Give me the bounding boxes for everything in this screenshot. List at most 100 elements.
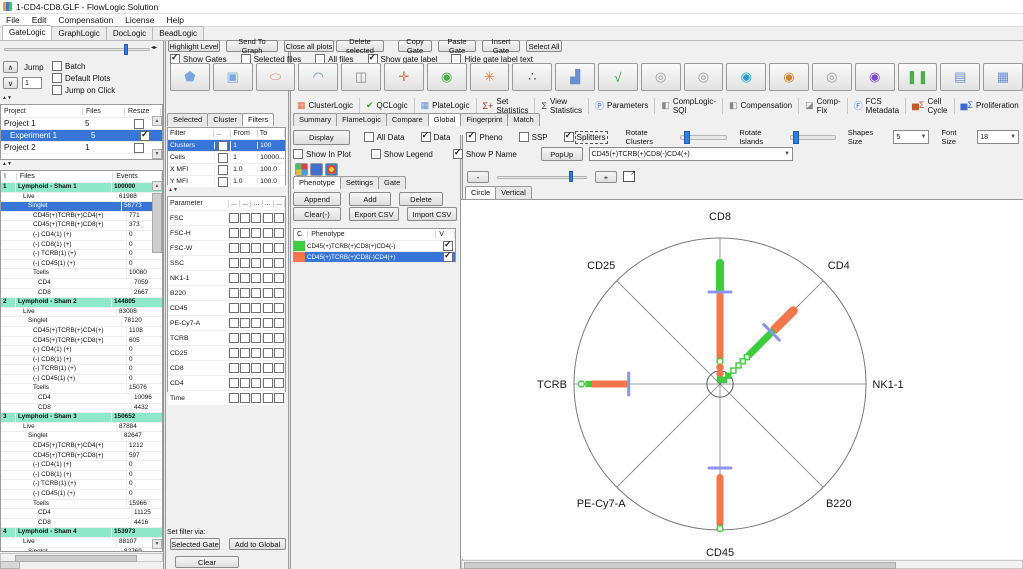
pheno-button-delete[interactable]: Delete: [399, 192, 443, 206]
tab-doclogic[interactable]: DocLogic: [106, 26, 153, 40]
files-row[interactable]: (-) CD45(1) (+)0: [1, 375, 162, 385]
quadrant-gate-icon[interactable]: ✛: [384, 63, 424, 91]
files-hscrollbar[interactable]: [0, 553, 163, 562]
param-checkbox[interactable]: [251, 393, 261, 403]
param-checkbox[interactable]: [229, 288, 239, 298]
jump-up-button[interactable]: ∧: [3, 61, 18, 73]
global-opt-pheno-checkbox[interactable]: [466, 132, 476, 142]
density-plot-2-icon[interactable]: ◉: [726, 63, 766, 91]
gate-button-copy-gate[interactable]: Copy Gate: [398, 40, 432, 52]
files-row[interactable]: CD45(+)TCRB(+)CD8(+)373: [1, 221, 162, 231]
pheno-button-add[interactable]: Add: [349, 192, 391, 206]
display-button[interactable]: Display: [293, 130, 350, 145]
tool-cell-cycle[interactable]: ▅ΣCell Cycle: [906, 98, 955, 114]
popup-button[interactable]: PopUp: [541, 147, 583, 161]
clear-button[interactable]: Clear: [175, 556, 239, 568]
rotate-clusters-slider[interactable]: [680, 135, 727, 140]
phenotype-row[interactable]: CD45(+)TCRB(+)CD8(-)CD4(+): [294, 252, 455, 263]
param-checkbox[interactable]: [229, 318, 239, 328]
files-row[interactable]: CD45(+)TCRB(+)CD8(+)597: [1, 452, 162, 462]
pane-divider-left[interactable]: [163, 41, 166, 569]
phenotype-visible-checkbox[interactable]: [443, 252, 453, 262]
rotate-islands-slider[interactable]: [790, 135, 835, 140]
gate-button-delete-selected[interactable]: Delete selected: [336, 40, 384, 52]
show-opt-show-legend-checkbox[interactable]: [371, 149, 381, 159]
files-row[interactable]: (-) CD8(1) (+)0: [1, 471, 162, 481]
param-checkbox[interactable]: [229, 378, 239, 388]
files-row[interactable]: Live61988: [1, 193, 162, 203]
tab-gatelogic[interactable]: GateLogic: [2, 25, 52, 40]
pane-collapse-arrows[interactable]: ◂▸: [151, 44, 157, 51]
tool-platelogic[interactable]: ▦PlateLogic: [415, 98, 477, 114]
pheno-button-export-csv[interactable]: Export CSV: [349, 207, 399, 221]
density-plot-icon[interactable]: ◉: [427, 63, 467, 91]
level-slider-handle[interactable]: [124, 44, 128, 55]
gate-button-close-all-plots[interactable]: Close all plots: [284, 40, 334, 52]
gate-button-send-to-graph[interactable]: Send To Graph: [226, 40, 278, 52]
color-wheel-icon[interactable]: [325, 163, 338, 176]
legend-list-icon[interactable]: [310, 163, 323, 176]
param-checkbox[interactable]: [240, 258, 250, 268]
files-row[interactable]: CD84432: [1, 404, 162, 414]
param-row[interactable]: Time: [168, 391, 285, 406]
files-scroll-down[interactable]: ▼: [152, 539, 162, 549]
project-resize-checkbox[interactable]: [140, 131, 150, 141]
param-checkbox[interactable]: [263, 243, 273, 253]
clipboard-icon[interactable]: ▤: [940, 63, 980, 91]
files-row[interactable]: (-) CD45(1) (+)0: [1, 490, 162, 500]
filter-row[interactable]: X MFI1.0100.0: [168, 164, 285, 176]
global-opt-data-checkbox[interactable]: [421, 132, 431, 142]
param-row[interactable]: CD8: [168, 361, 285, 376]
selected-gate-button[interactable]: Selected Gate: [170, 538, 220, 550]
param-checkbox[interactable]: [274, 393, 284, 403]
menu-file[interactable]: File: [6, 15, 20, 25]
tool-set-statistics[interactable]: Σ+Set Statistics: [477, 98, 536, 114]
contour-plot-icon[interactable]: ◎: [641, 63, 681, 91]
param-checkbox[interactable]: [240, 378, 250, 388]
contour-plot-3-icon[interactable]: ◎: [812, 63, 852, 91]
ellipse-gate-icon[interactable]: ⬭: [256, 63, 296, 91]
pheno-tab-phenotype[interactable]: Phenotype: [293, 176, 341, 189]
project-scroll-up[interactable]: ▲: [152, 116, 162, 126]
param-checkbox[interactable]: [274, 378, 284, 388]
param-checkbox[interactable]: [274, 318, 284, 328]
project-resize-checkbox[interactable]: [134, 143, 144, 153]
param-checkbox[interactable]: [229, 228, 239, 238]
filter-row[interactable]: Cells110000...: [168, 152, 285, 164]
project-row[interactable]: Project 21: [1, 142, 162, 154]
histogram-plot-icon[interactable]: ▟: [555, 63, 595, 91]
param-checkbox[interactable]: [240, 228, 250, 238]
tab-graphlogic[interactable]: GraphLogic: [51, 26, 106, 40]
param-checkbox[interactable]: [240, 348, 250, 358]
contour-plot-2-icon[interactable]: ◎: [684, 63, 724, 91]
param-checkbox[interactable]: [263, 258, 273, 268]
splitter-spreader-files[interactable]: ▲▼: [2, 162, 12, 166]
menu-license[interactable]: License: [125, 15, 154, 25]
param-checkbox[interactable]: [229, 243, 239, 253]
files-hscroll-thumb[interactable]: [15, 555, 137, 562]
global-opt-all-data-checkbox[interactable]: [364, 132, 374, 142]
filter-checkbox[interactable]: [218, 153, 228, 163]
files-row[interactable]: Singlet56773: [1, 202, 162, 212]
param-checkbox[interactable]: [263, 228, 273, 238]
menu-help[interactable]: Help: [166, 15, 183, 25]
rotate-islands-handle[interactable]: [793, 131, 799, 144]
view-tab-vertical[interactable]: Vertical: [495, 186, 532, 199]
files-row[interactable]: CD411125: [1, 509, 162, 519]
param-checkbox[interactable]: [251, 363, 261, 373]
param-row[interactable]: PE-Cy7-A: [168, 316, 285, 331]
gate-button-select-all[interactable]: Select All: [526, 40, 562, 52]
param-checkbox[interactable]: [251, 348, 261, 358]
param-checkbox[interactable]: [240, 213, 250, 223]
jump-down-button[interactable]: ∨: [3, 77, 18, 89]
view-tab-circle[interactable]: Circle: [465, 186, 496, 199]
files-row[interactable]: 3Lymphoid - Sham 3150652: [1, 413, 162, 423]
tab-beadlogic[interactable]: BeadLogic: [152, 26, 204, 40]
columns-plot-icon[interactable]: ❚❚: [898, 63, 938, 91]
param-checkbox[interactable]: [251, 273, 261, 283]
param-checkbox[interactable]: [251, 318, 261, 328]
param-checkbox[interactable]: [263, 333, 273, 343]
files-row[interactable]: (-) CD4(1) (+)0: [1, 461, 162, 471]
param-row[interactable]: FSC-H: [168, 226, 285, 241]
add-to-global-button[interactable]: Add to Global: [229, 538, 286, 550]
